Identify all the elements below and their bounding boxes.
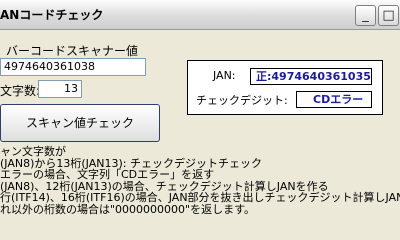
checkdigit-result: CDエラー: [296, 91, 372, 108]
jan-result: 正:4974640361035: [250, 68, 372, 85]
scan-check-button[interactable]: スキャン値チェック: [0, 104, 160, 142]
description-line: れ以外の桁数の場合は"0000000000"を返します。: [0, 202, 256, 216]
description-line: エラーの場合、文字列「CDエラー」を返す: [0, 168, 215, 181]
description-line: 行(ITF14)、16桁(ITF16)の場合、JAN部分を抜き出しチェックデジッ…: [0, 191, 400, 204]
jan-label: JAN:: [213, 69, 236, 82]
maximize-button[interactable]: □: [378, 5, 399, 26]
length-field[interactable]: 13: [38, 80, 82, 98]
barcode-input[interactable]: 4974640361038: [0, 58, 146, 76]
checkdigit-label: チェックデジット:: [196, 94, 288, 107]
maximize-icon: □: [382, 8, 395, 23]
minimize-button[interactable]: _: [355, 5, 376, 26]
length-label: 文字数:: [0, 84, 41, 98]
window-title: ANコードチェック: [0, 8, 104, 22]
barcode-label: バーコードスキャナー値: [6, 44, 139, 58]
description-line: ャン文字数が: [0, 145, 66, 158]
minimize-icon: _: [362, 8, 369, 23]
description-text: ャン文字数が (JAN8)から13桁(JAN13): チェックデジットチェック …: [0, 146, 400, 215]
title-bar: ANコードチェック _ □: [0, 0, 400, 30]
